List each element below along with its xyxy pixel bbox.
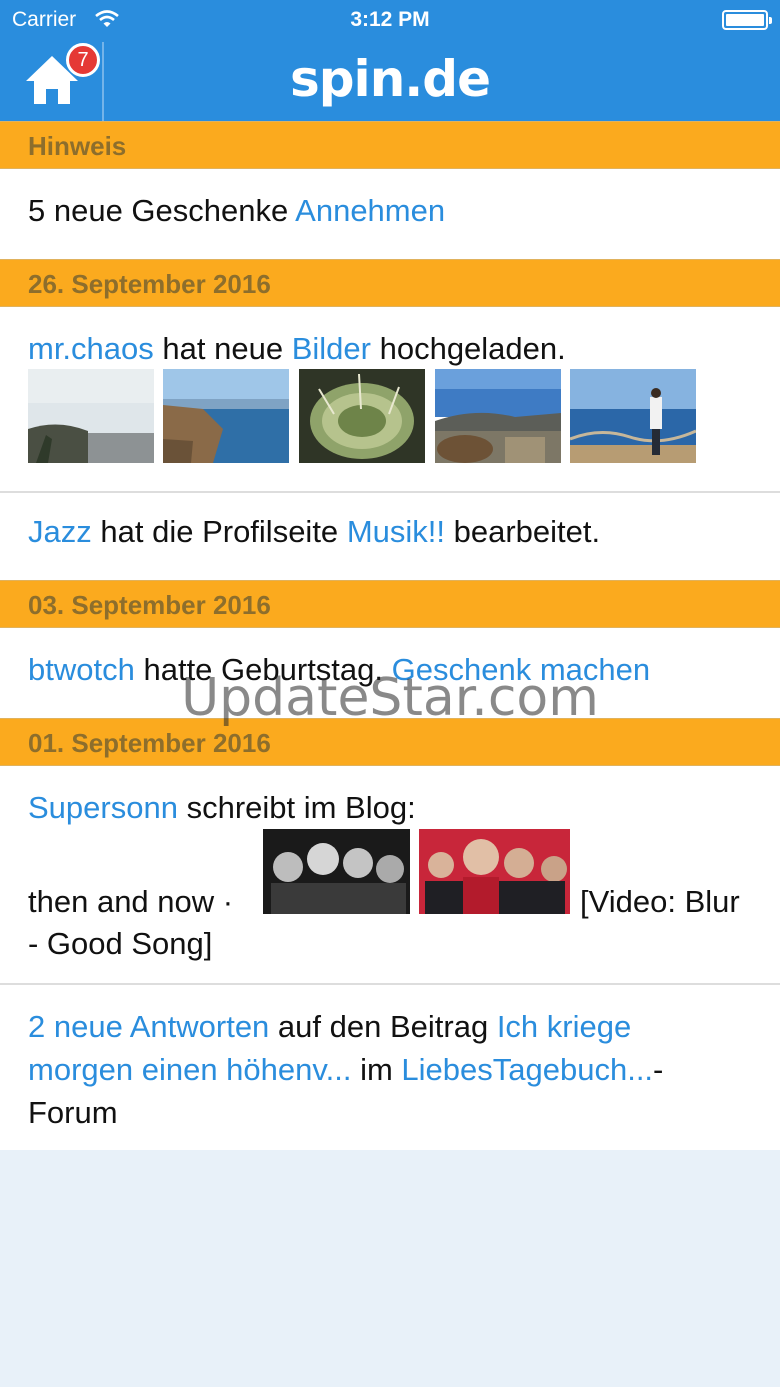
section-header-hinweis: Hinweis xyxy=(0,121,780,169)
blog-text: [Video: Blur xyxy=(580,884,740,919)
app-header: Carrier 3:12 PM 7 spin.de xyxy=(0,0,780,121)
section-date: 01. September 2016 xyxy=(28,728,271,758)
feed-item-forum: 2 neue Antworten auf den Beitrag Ich kri… xyxy=(0,985,780,1150)
user-link[interactable]: mr.chaos xyxy=(28,331,154,366)
blog-image[interactable] xyxy=(419,829,570,914)
feed-text: hatte Geburtstag. xyxy=(143,652,384,687)
feed-item-birthday: btwotch hatte Geburtstag. Geschenk mache… xyxy=(0,628,780,718)
battery-icon xyxy=(722,10,772,30)
forum-link[interactable]: LiebesTagebuch... xyxy=(401,1052,653,1087)
photo-thumbnail[interactable] xyxy=(163,369,289,463)
profile-page-link[interactable]: Musik!! xyxy=(347,514,445,549)
blog-title: then and now · xyxy=(28,884,234,919)
feed-text: Forum xyxy=(28,1095,118,1130)
photo-thumbnail[interactable] xyxy=(28,369,154,463)
feed-text: bearbeitet. xyxy=(453,514,601,549)
feed-text: - xyxy=(653,1052,664,1087)
post-link[interactable]: Ich kriege xyxy=(497,1009,631,1044)
photo-thumbnail[interactable] xyxy=(570,369,696,463)
section-header-date: 26. September 2016 xyxy=(0,259,780,307)
gift-notice-text: 5 neue Geschenke xyxy=(28,193,289,228)
pictures-link[interactable]: Bilder xyxy=(292,331,371,366)
user-link[interactable]: btwotch xyxy=(28,652,135,687)
section-header-date: 01. September 2016 xyxy=(0,718,780,766)
feed-text: hat neue xyxy=(162,331,284,366)
photo-thumbnail[interactable] xyxy=(435,369,561,463)
feed-text: hat die Profilseite xyxy=(100,514,339,549)
post-link[interactable]: morgen einen höhenv... xyxy=(28,1052,351,1087)
app-logo: spin.de xyxy=(290,50,491,108)
blog-text: - Good Song] xyxy=(28,926,213,961)
clock: 3:12 PM xyxy=(350,8,430,31)
section-date: 03. September 2016 xyxy=(28,590,271,620)
send-gift-link[interactable]: Geschenk machen xyxy=(392,652,650,687)
photo-thumbnail[interactable] xyxy=(299,369,425,463)
section-date: 26. September 2016 xyxy=(28,269,271,299)
accept-gifts-link[interactable]: Annehmen xyxy=(295,193,445,228)
user-link[interactable]: Jazz xyxy=(28,514,92,549)
feed-text: schreibt im Blog: xyxy=(186,790,416,825)
user-link[interactable]: Supersonn xyxy=(28,790,178,825)
section-title: Hinweis xyxy=(28,131,127,161)
status-bar: Carrier 3:12 PM xyxy=(0,0,780,40)
feed-item-profile: Jazz hat die Profilseite Musik!! bearbei… xyxy=(0,493,780,580)
feed-text: hochgeladen. xyxy=(379,331,566,366)
gift-notice-row: 5 neue Geschenke Annehmen xyxy=(0,169,780,259)
feed-text: auf den Beitrag xyxy=(277,1009,489,1044)
new-replies-link[interactable]: 2 neue Antworten xyxy=(28,1009,269,1044)
feed-text: im xyxy=(360,1052,393,1087)
blog-image[interactable] xyxy=(263,829,410,914)
section-header-date: 03. September 2016 xyxy=(0,580,780,628)
